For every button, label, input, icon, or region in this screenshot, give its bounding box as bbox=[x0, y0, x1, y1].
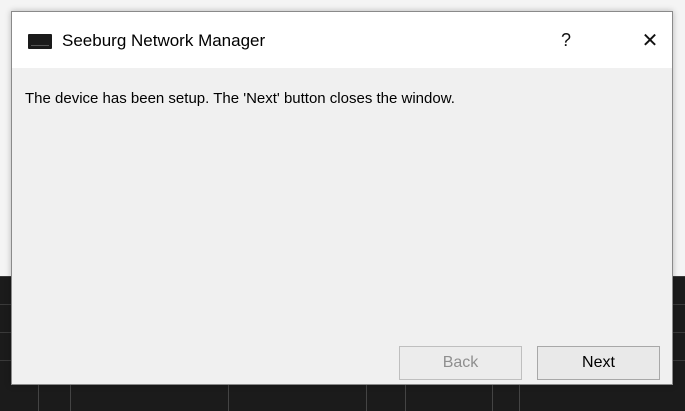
setup-dialog: Seeburg Network Manager ? ✕ The device h… bbox=[11, 11, 673, 385]
back-button[interactable]: Back bbox=[399, 346, 522, 380]
close-button[interactable]: ✕ bbox=[630, 22, 670, 58]
status-message: The device has been setup. The 'Next' bu… bbox=[25, 90, 455, 107]
title-bar[interactable]: Seeburg Network Manager ? ✕ bbox=[12, 12, 672, 68]
window-title: Seeburg Network Manager bbox=[62, 31, 266, 50]
next-button[interactable]: Next bbox=[537, 346, 660, 380]
help-button[interactable]: ? bbox=[546, 22, 586, 58]
app-logo-icon bbox=[28, 34, 52, 49]
